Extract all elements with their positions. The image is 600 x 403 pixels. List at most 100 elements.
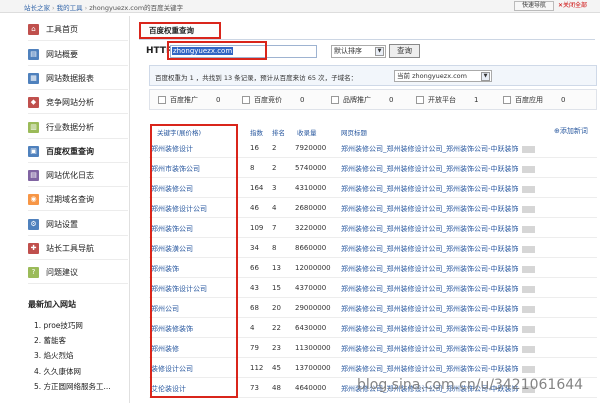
chevron-down-icon: ▼: [375, 47, 384, 56]
summary-bar: 百度权重为 1 ，共找到 13 条记录，预计从百度来访 65 次，子域名： 当前…: [149, 65, 597, 86]
snapshot-icon[interactable]: [521, 265, 535, 273]
index-cell: 8: [250, 164, 255, 172]
settings-icon: ⚙: [28, 218, 39, 230]
snapshot-icon[interactable]: [521, 325, 535, 333]
page-title-cell[interactable]: 郑州装修公司_郑州装修设计公司_郑州装饰公司-中跃装饰: [341, 224, 535, 234]
page-title-cell[interactable]: 郑州装修公司_郑州装修设计公司_郑州装饰公司-中跃装饰: [341, 324, 535, 334]
latest-site-link[interactable]: 3. 焰火烈焰: [34, 350, 74, 361]
sidebar-item-expired-domain[interactable]: ◉ 过期域名查询: [28, 188, 128, 211]
page-title-cell[interactable]: 郑州装修公司_郑州装修设计公司_郑州装饰公司-中跃装饰: [341, 284, 535, 294]
snapshot-icon[interactable]: [521, 365, 535, 373]
page-title-cell[interactable]: 郑州装修公司_郑州装修设计公司_郑州装饰公司-中跃装饰: [341, 364, 535, 374]
home-icon: ⌂: [28, 23, 39, 35]
breadcrumb-home[interactable]: 站长之家: [24, 4, 50, 12]
filter-baidu-bid[interactable]: 百度竞价 0: [242, 95, 304, 105]
page-title-cell[interactable]: 郑州装修公司_郑州装修设计公司_郑州装饰公司-中跃装饰: [341, 344, 535, 354]
top-bar: 站长之家 › 我的工具 › zhongyuezx.com的百度关键字 快速导航 ✕关闭全…: [0, 0, 600, 13]
page-title-cell[interactable]: 郑州装修公司_郑州装修设计公司_郑州装饰公司-中跃装饰: [341, 244, 535, 254]
query-button[interactable]: 查询: [389, 44, 420, 58]
rank-cell: 45: [272, 364, 281, 372]
sidebar-item-label: 网站概要: [46, 49, 78, 59]
sort-select[interactable]: 默认排序 ▼: [331, 45, 386, 58]
snapshot-icon[interactable]: [521, 225, 535, 233]
rank-cell: 48: [272, 384, 281, 392]
sidebar-item-site-overview[interactable]: ▤ 网站概要: [28, 43, 128, 66]
checkbox[interactable]: [331, 96, 339, 104]
filter-brand-promote[interactable]: 品牌推广 0: [331, 95, 393, 105]
question-icon: ?: [28, 266, 39, 278]
snapshot-icon[interactable]: [521, 285, 535, 293]
sidebar-item-feedback[interactable]: ? 问题建议: [28, 261, 128, 284]
filter-count: 0: [216, 96, 221, 104]
index-cell: 79: [250, 344, 259, 352]
checkbox[interactable]: [503, 96, 511, 104]
snapshot-icon[interactable]: [521, 205, 535, 213]
filter-count: 0: [300, 96, 305, 104]
snapshot-icon[interactable]: [521, 165, 535, 173]
page-title-text: 郑州装修公司_郑州装修设计公司_郑州装饰公司-中跃装饰: [341, 205, 519, 213]
sidebar-item-compete-analysis[interactable]: ◆ 竞争网站分析: [28, 91, 128, 114]
filter-count: 0: [389, 96, 394, 104]
index-cell: 112: [250, 364, 264, 372]
latest-site-link[interactable]: 4. 久久康体网: [34, 366, 81, 377]
page-title-text: 郑州装修公司_郑州装修设计公司_郑州装饰公司-中跃装饰: [341, 165, 519, 173]
domain-highlight-box: [167, 41, 267, 60]
sidebar-item-optimize-log[interactable]: ▤ 网站优化日志: [28, 164, 128, 187]
filter-baidu-app[interactable]: 百度应用 0: [503, 95, 565, 105]
latest-site-link[interactable]: 5. 方正圆网络服务工...: [34, 381, 111, 392]
sidebar-item-tool-home[interactable]: ⌂ 工具首页: [28, 18, 128, 41]
close-all-button[interactable]: ✕关闭全部: [558, 1, 600, 11]
quick-nav-button[interactable]: 快速导航: [514, 1, 554, 11]
subdomain-select[interactable]: 当前 zhongyuezx.com ▼: [394, 70, 492, 82]
rank-cell: 20: [272, 304, 281, 312]
page-title-cell[interactable]: 郑州装修公司_郑州装修设计公司_郑州装饰公司-中跃装饰: [341, 144, 535, 154]
page-title-cell[interactable]: 郑州装修公司_郑州装修设计公司_郑州装饰公司-中跃装饰: [341, 184, 535, 194]
nav-icon: ✚: [28, 242, 39, 254]
rank-cell: 2: [272, 144, 277, 152]
filter-open-platform[interactable]: 开放平台 1: [416, 95, 478, 105]
page-title-cell[interactable]: 郑州装修公司_郑州装修设计公司_郑州装饰公司-中跃装饰: [341, 264, 535, 274]
page-title-text: 郑州装修公司_郑州装修设计公司_郑州装饰公司-中跃装饰: [341, 325, 519, 333]
checkbox[interactable]: [242, 96, 250, 104]
rank-cell: 15: [272, 284, 281, 292]
sidebar-item-site-settings[interactable]: ⚙ 网站设置: [28, 213, 128, 236]
latest-site-link[interactable]: 2. 蓄能客: [34, 335, 66, 346]
rank-cell: 8: [272, 244, 277, 252]
snapshot-icon[interactable]: [521, 245, 535, 253]
rank-cell: 7: [272, 224, 277, 232]
page-title-cell[interactable]: 郑州装修公司_郑州装修设计公司_郑州装饰公司-中跃装饰: [341, 204, 535, 214]
sidebar-item-tool-nav[interactable]: ✚ 站长工具导航: [28, 237, 128, 260]
snapshot-icon[interactable]: [521, 345, 535, 353]
watermark: blog.sina.com.cn/u/3421061644: [357, 377, 584, 393]
breadcrumb: 站长之家 › 我的工具 › zhongyuezx.com的百度关键字: [24, 4, 184, 12]
index-cell: 34: [250, 244, 259, 252]
add-keyword-label: 添加新词: [559, 127, 588, 135]
baidu-weight-icon: ▣: [28, 145, 39, 157]
page-title-text: 郑州装修公司_郑州装修设计公司_郑州装饰公司-中跃装饰: [341, 285, 519, 293]
page-title-text: 郑州装修公司_郑州装修设计公司_郑州装饰公司-中跃装饰: [341, 245, 519, 253]
filter-baidu-promote[interactable]: 百度推广 0: [158, 95, 220, 105]
sidebar-item-label: 站长工具导航: [46, 243, 94, 253]
page-title-cell[interactable]: 郑州装修公司_郑州装修设计公司_郑州装饰公司-中跃装饰: [341, 164, 535, 174]
page-title: 百度权重查询: [139, 22, 221, 39]
sidebar-item-baidu-weight[interactable]: ▣ 百度权重查询: [28, 140, 128, 163]
inclusion-cell: 11300000: [295, 344, 331, 352]
column-header-index[interactable]: 指数: [250, 127, 263, 137]
snapshot-icon[interactable]: [521, 305, 535, 313]
latest-site-link[interactable]: 1. proe技巧网: [34, 320, 83, 331]
column-header-rank[interactable]: 排名: [272, 127, 285, 137]
checkbox[interactable]: [416, 96, 424, 104]
inclusion-cell: 5740000: [295, 164, 327, 172]
rank-cell: 2: [272, 164, 277, 172]
title-divider: [139, 39, 595, 40]
sidebar-item-data-report[interactable]: ▦ 网站数据报表: [28, 67, 128, 90]
sidebar-item-industry-analysis[interactable]: ▥ 行业数据分析: [28, 116, 128, 139]
snapshot-icon[interactable]: [521, 185, 535, 193]
breadcrumb-tools[interactable]: 我的工具: [57, 4, 83, 12]
index-cell: 66: [250, 264, 259, 272]
checkbox[interactable]: [158, 96, 166, 104]
snapshot-icon[interactable]: [521, 145, 535, 153]
add-keyword-link[interactable]: ⊕添加新词: [554, 126, 588, 136]
page-title-cell[interactable]: 郑州装修公司_郑州装修设计公司_郑州装饰公司-中跃装饰: [341, 304, 535, 314]
column-header-inclusion[interactable]: 收录量: [297, 127, 317, 137]
